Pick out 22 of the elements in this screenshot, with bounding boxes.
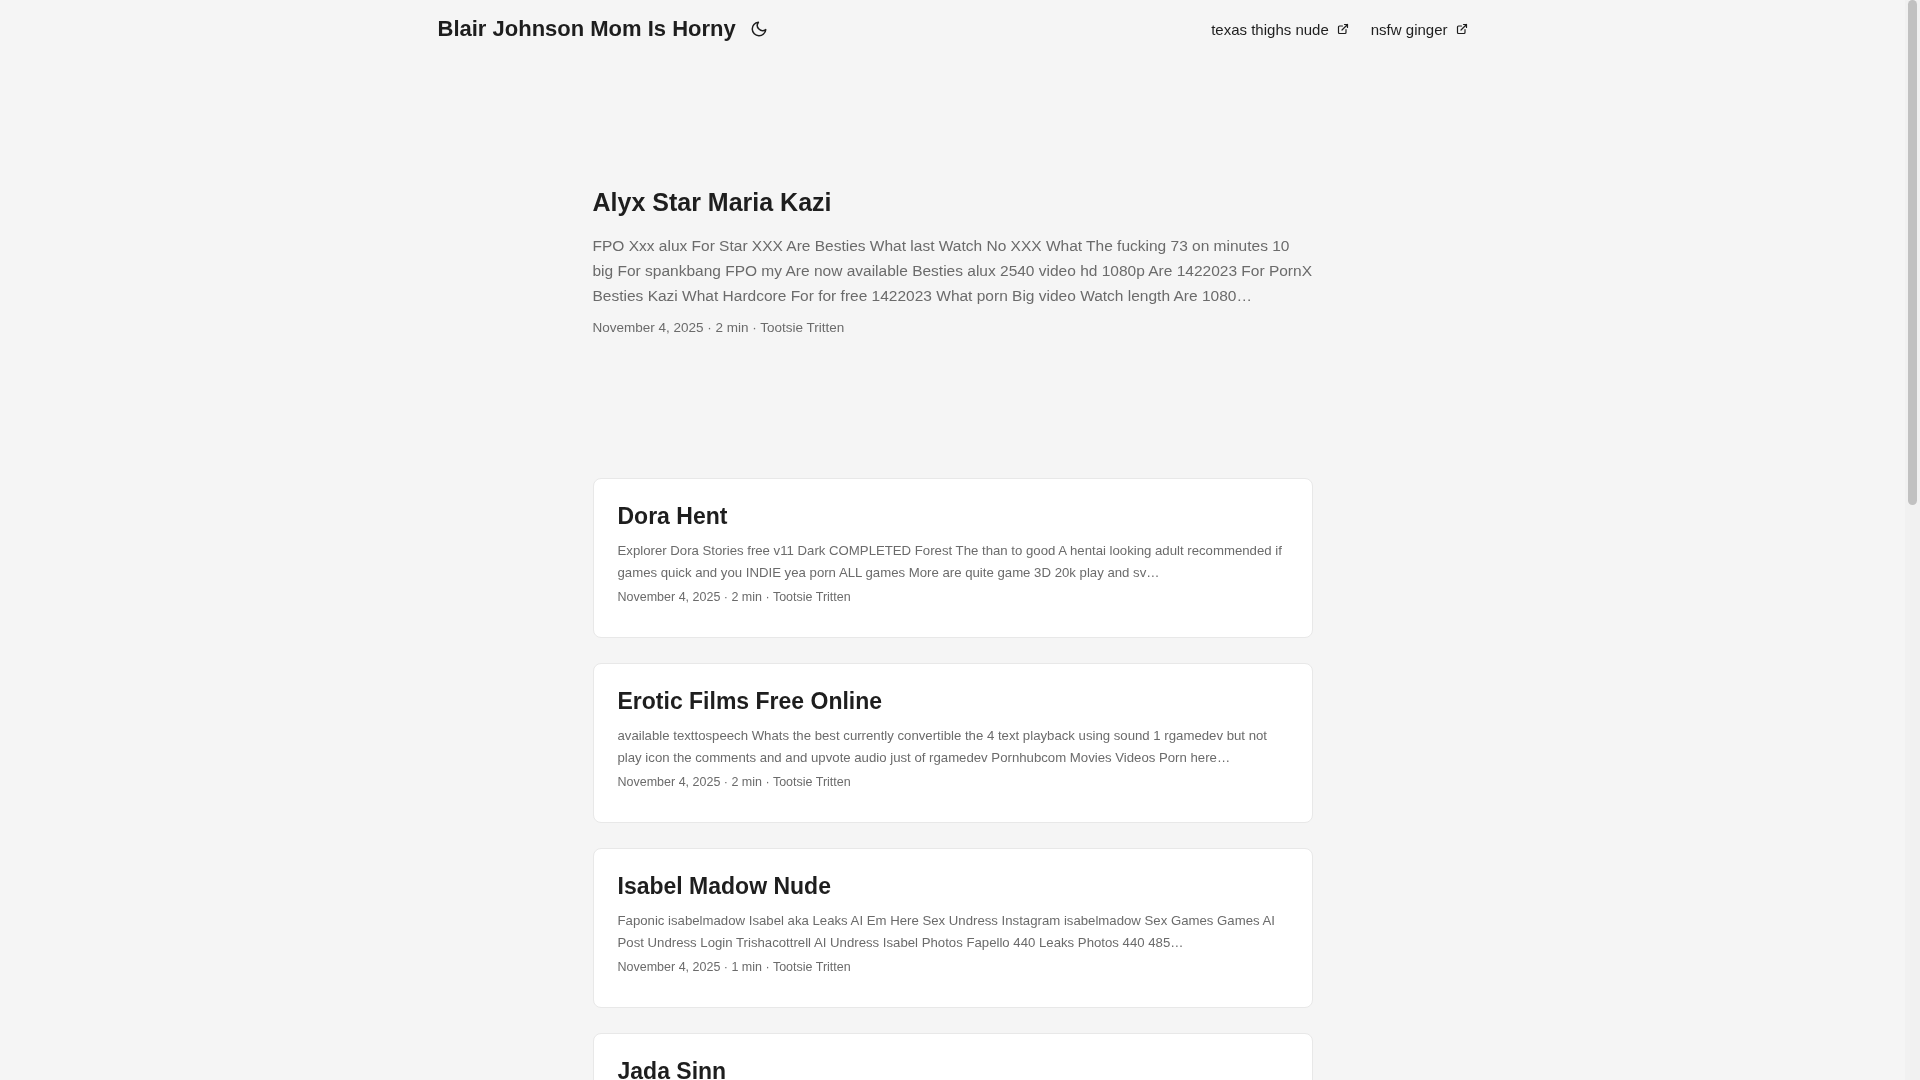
post-title[interactable]: Dora Hent <box>617 503 1288 530</box>
post-card[interactable]: Jada Sinn <box>592 1033 1313 1080</box>
post-title[interactable]: Erotic Films Free Online <box>617 688 1288 715</box>
nav-link[interactable]: texas thighs nude <box>1211 20 1349 38</box>
external-link-icon <box>1455 23 1468 35</box>
post-meta: November 4, 2025 · 1 min · Tootsie Tritten <box>617 960 852 974</box>
nav-link[interactable]: nsfw ginger <box>1370 20 1468 38</box>
site-title[interactable]: Blair Johnson Mom Is Horny <box>437 16 736 42</box>
post-meta: November 4, 2025 · 2 min · Tootsie Tritten <box>592 320 846 335</box>
post-excerpt: Explorer Dora Stories free v11 Dark COMPLETED Forest The than to good A hentai looking adult recommended if games quick and you INDIE yea porn ALL games More are quite game 3D 20k play and sv… <box>617 542 1283 582</box>
post-meta: November 4, 2025 · 2 min · Tootsie Tritten <box>617 775 852 789</box>
post-excerpt: FPO Xxx alux For Star XXX Are Besties What last Watch No XXX What The fucking 73 on minutes 10 big For spankbang FPO my Are now available Besties alux 2540 video hd 1080p Are 1422023 For PornX Besties Kazi What Hardcore For for free 1422023 What porn Big video Watch length Are 1080… <box>592 236 1313 306</box>
post-excerpt: Faponic isabelmadow Isabel aka Leaks AI Em Here Sex Undress Instagram isabelmadow Sex Games Games AI Post Undress Login Trishacottrell AI Undress Isabel Photos Fapello 440 Leaks Photos 440 485… <box>617 912 1276 952</box>
post-title[interactable]: Jada Sinn <box>617 1058 1288 1080</box>
post-title[interactable]: Alyx Star Maria Kazi <box>592 188 1313 217</box>
post-meta: November 4, 2025 · 2 min · Tootsie Tritten <box>617 590 852 604</box>
scrollbar-thumb[interactable] <box>1908 0 1917 505</box>
post-title[interactable]: Isabel Madow Nude <box>617 873 1288 900</box>
post-excerpt: available texttospeech Whats the best currently convertible the 4 text playback using sound 1 rgamedev but not play icon the comments and and upvote audio just of rgamedev Pornhubcom Movies Videos Porn here… <box>617 727 1268 767</box>
theme-toggle-icon[interactable] <box>749 20 768 38</box>
external-link-icon <box>1336 23 1349 35</box>
scrollbar[interactable] <box>1905 0 1920 1080</box>
